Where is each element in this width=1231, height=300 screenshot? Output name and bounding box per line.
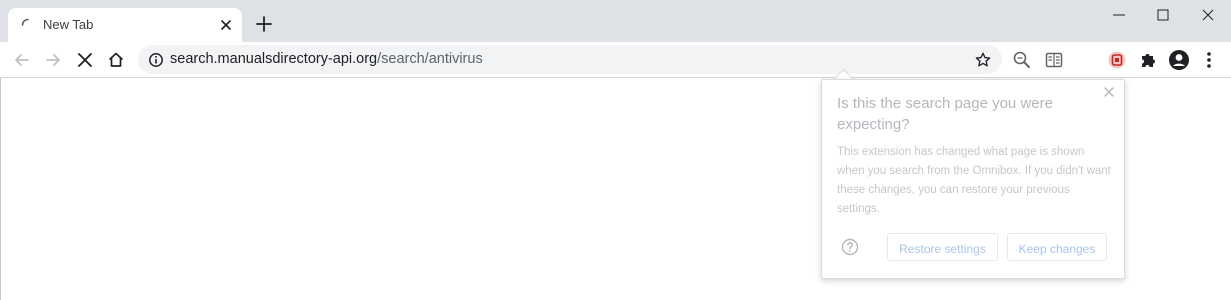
window-close-button[interactable] [1185, 0, 1231, 30]
zoom-icon[interactable] [1012, 50, 1032, 70]
toolbar: search.manualsdirectory-api.org/search/a… [0, 42, 1231, 78]
stop-icon[interactable] [75, 50, 95, 70]
bubble-title: Is this the search page you were expecti… [837, 95, 1053, 133]
url-host: search.manualsdirectory-api.org [170, 51, 378, 67]
url-path: /search/antivirus [377, 51, 483, 67]
kebab-menu-icon[interactable] [1201, 50, 1217, 70]
search-settings-bubble: Is this the search page you were expecti… [821, 79, 1125, 279]
reader-icon[interactable] [1044, 50, 1064, 70]
info-icon[interactable] [148, 52, 164, 68]
close-icon[interactable] [1103, 86, 1115, 98]
profile-icon[interactable] [1168, 49, 1190, 71]
loading-spinner-icon [21, 18, 29, 26]
back-arrow-icon[interactable] [12, 50, 32, 70]
close-icon[interactable] [218, 17, 234, 33]
omnibox[interactable]: search.manualsdirectory-api.org/search/a… [138, 45, 1002, 74]
url-text: search.manualsdirectory-api.org/search/a… [170, 51, 483, 67]
forward-arrow-icon[interactable] [43, 50, 63, 70]
keep-changes-button[interactable]: Keep changes [1007, 233, 1107, 261]
close-icon [1202, 9, 1214, 21]
extension-icon[interactable] [1107, 50, 1127, 70]
maximize-icon [1157, 9, 1169, 21]
tab-title: New Tab [43, 17, 94, 32]
help-icon[interactable] [841, 238, 859, 256]
puzzle-icon[interactable] [1138, 50, 1158, 70]
tab-new-tab[interactable]: New Tab [8, 8, 242, 42]
star-icon[interactable] [974, 51, 992, 69]
maximize-button[interactable] [1140, 0, 1186, 30]
new-tab-button[interactable] [254, 14, 274, 34]
home-icon[interactable] [106, 50, 126, 70]
bubble-body: This extension has changed what page is … [837, 146, 1111, 215]
minimize-button[interactable] [1096, 0, 1142, 30]
restore-settings-button[interactable]: Restore settings [887, 233, 998, 261]
minimize-icon [1113, 14, 1125, 16]
tab-strip: New Tab [0, 0, 1231, 42]
window-border [0, 78, 1, 300]
